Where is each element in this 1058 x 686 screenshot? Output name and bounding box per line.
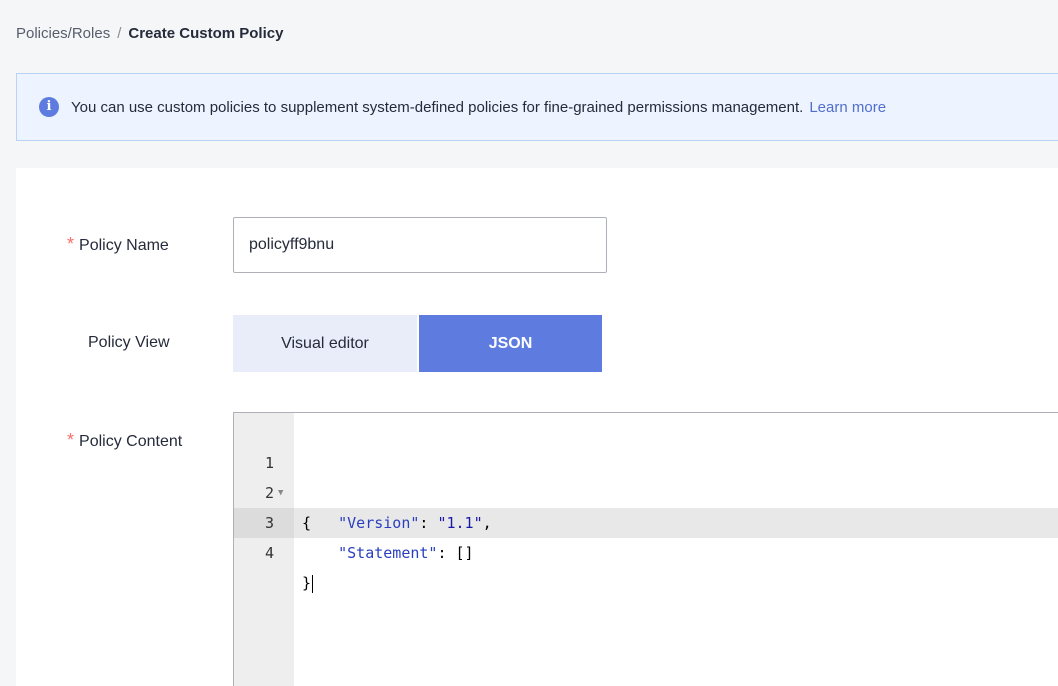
policy-content-label-text: Policy Content [79, 433, 183, 450]
policy-content-label: * Policy Content [67, 430, 182, 451]
policy-name-label-text: Policy Name [79, 237, 169, 254]
json-code-editor[interactable]: 1 ▼ { 2 "Version": "1.1", 3 "Statement":… [233, 412, 1058, 686]
page-title: Create Custom Policy [128, 25, 284, 42]
breadcrumb-parent-link[interactable]: Policies/Roles [16, 25, 110, 42]
text-cursor [312, 574, 314, 593]
code-text: "Statement": [] [302, 538, 474, 568]
line-number: 4 [264, 544, 274, 562]
code-text: } [302, 568, 314, 598]
json-tab[interactable]: JSON [419, 315, 602, 372]
required-marker: * [67, 234, 75, 254]
json-key: "Statement" [338, 544, 438, 562]
learn-more-link[interactable]: Learn more [809, 99, 886, 116]
breadcrumb: Policies/Roles / Create Custom Policy [16, 24, 283, 44]
json-value: [] [455, 544, 474, 562]
policy-view-label: Policy View [88, 334, 170, 351]
required-marker: * [67, 430, 75, 450]
closing-brace: } [302, 574, 312, 592]
json-colon: : [437, 544, 456, 562]
policy-name-input[interactable] [233, 217, 607, 273]
code-line: 2 "Version": "1.1", [234, 448, 1058, 532]
info-banner-text: You can use custom policies to supplemen… [71, 98, 804, 116]
code-line: 3 "Statement": [] [234, 478, 1058, 562]
visual-editor-tab[interactable]: Visual editor [233, 315, 417, 372]
info-icon: i [39, 97, 59, 117]
info-banner: i You can use custom policies to supplem… [16, 73, 1058, 141]
breadcrumb-separator: / [117, 25, 122, 42]
code-line: 4 } [234, 508, 1058, 593]
policy-name-label: * Policy Name [67, 234, 169, 255]
code-line: 1 ▼ { [234, 418, 1058, 532]
policy-form: *Policy Name Policy View Visual editor J… [16, 168, 1058, 686]
